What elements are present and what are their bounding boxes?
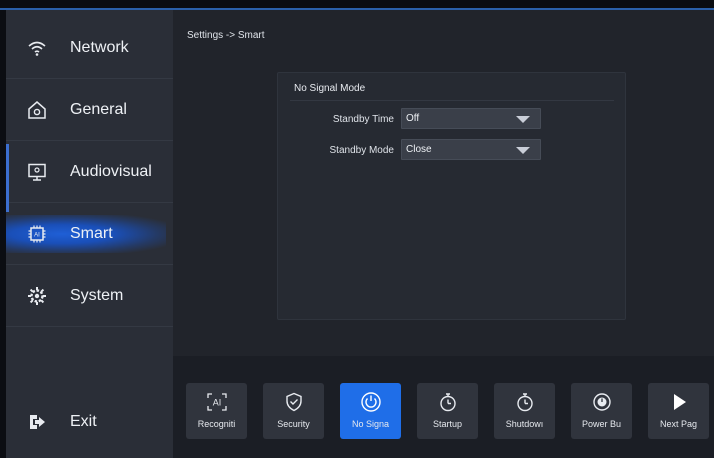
tile-label: No Signa xyxy=(351,419,390,429)
tile-no-signal[interactable]: No Signa xyxy=(340,383,401,439)
top-strip xyxy=(0,0,714,10)
ai-scan-icon: AI xyxy=(205,392,229,412)
panel-title: No Signal Mode xyxy=(294,83,366,94)
feature-bar: AI Recogniti Security No Signa Startup S… xyxy=(173,356,714,458)
exit-label: Exit xyxy=(70,413,97,430)
chevron-down-icon xyxy=(516,116,530,123)
divider xyxy=(290,100,614,101)
sidebar-item-label: Smart xyxy=(70,224,113,242)
tile-label: Power Bu xyxy=(581,419,622,429)
sidebar-scroll-indicator xyxy=(6,144,9,212)
sidebar-item-label: Network xyxy=(70,38,129,56)
tile-label: Recogniti xyxy=(197,419,236,429)
standby-time-label: Standby Time xyxy=(332,114,394,125)
sidebar-item-audiovisual[interactable]: Audiovisual xyxy=(6,141,173,203)
sidebar-item-general[interactable]: General xyxy=(6,79,173,141)
main-content: Settings -> Smart No Signal Mode Standby… xyxy=(173,10,714,356)
tile-power-button[interactable]: Power Bu xyxy=(571,383,632,439)
no-signal-mode-panel: No Signal Mode Standby Time Off Standby … xyxy=(277,72,626,320)
sidebar-item-system[interactable]: System xyxy=(6,265,173,327)
power-button-icon xyxy=(590,392,614,412)
breadcrumb: Settings -> Smart xyxy=(187,30,265,41)
shield-icon xyxy=(282,392,306,412)
svg-text:AI: AI xyxy=(212,398,221,408)
standby-mode-label: Standby Mode xyxy=(329,145,395,156)
play-icon xyxy=(667,392,691,412)
tile-next-page[interactable]: Next Pag xyxy=(648,383,709,439)
monitor-icon xyxy=(26,161,48,183)
chevron-down-icon xyxy=(516,147,530,154)
tile-security[interactable]: Security xyxy=(263,383,324,439)
sidebar-item-label: Audiovisual xyxy=(70,162,152,180)
standby-mode-select[interactable]: Close xyxy=(401,139,541,160)
sidebar-item-label: System xyxy=(70,286,124,304)
sidebar-item-label: General xyxy=(70,100,127,118)
tile-label: Startup xyxy=(432,419,463,429)
timer-icon xyxy=(513,392,537,412)
tile-label: Security xyxy=(277,419,310,429)
wifi-icon xyxy=(26,37,48,59)
tile-startup[interactable]: Startup xyxy=(417,383,478,439)
power-icon xyxy=(359,392,383,412)
home-gear-icon xyxy=(26,99,48,121)
sidebar: Network General Audiovisual AI Smart Sys… xyxy=(6,10,173,458)
settings-window: Network General Audiovisual AI Smart Sys… xyxy=(6,10,714,458)
sidebar-item-smart[interactable]: AI Smart xyxy=(6,203,173,265)
tile-shutdown[interactable]: Shutdowı xyxy=(494,383,555,439)
gear-icon xyxy=(26,285,48,307)
standby-time-select[interactable]: Off xyxy=(401,108,541,129)
exit-icon xyxy=(26,411,48,433)
sidebar-item-network[interactable]: Network xyxy=(6,17,173,79)
exit-button[interactable]: Exit xyxy=(6,392,173,452)
standby-mode-value: Close xyxy=(406,144,432,155)
tile-label: Next Pag xyxy=(659,419,698,429)
svg-text:AI: AI xyxy=(34,232,40,238)
standby-time-value: Off xyxy=(406,113,420,124)
tile-label: Shutdowı xyxy=(505,419,544,429)
ai-chip-icon: AI xyxy=(26,223,48,245)
tile-recognition[interactable]: AI Recogniti xyxy=(186,383,247,439)
timer-icon xyxy=(436,392,460,412)
